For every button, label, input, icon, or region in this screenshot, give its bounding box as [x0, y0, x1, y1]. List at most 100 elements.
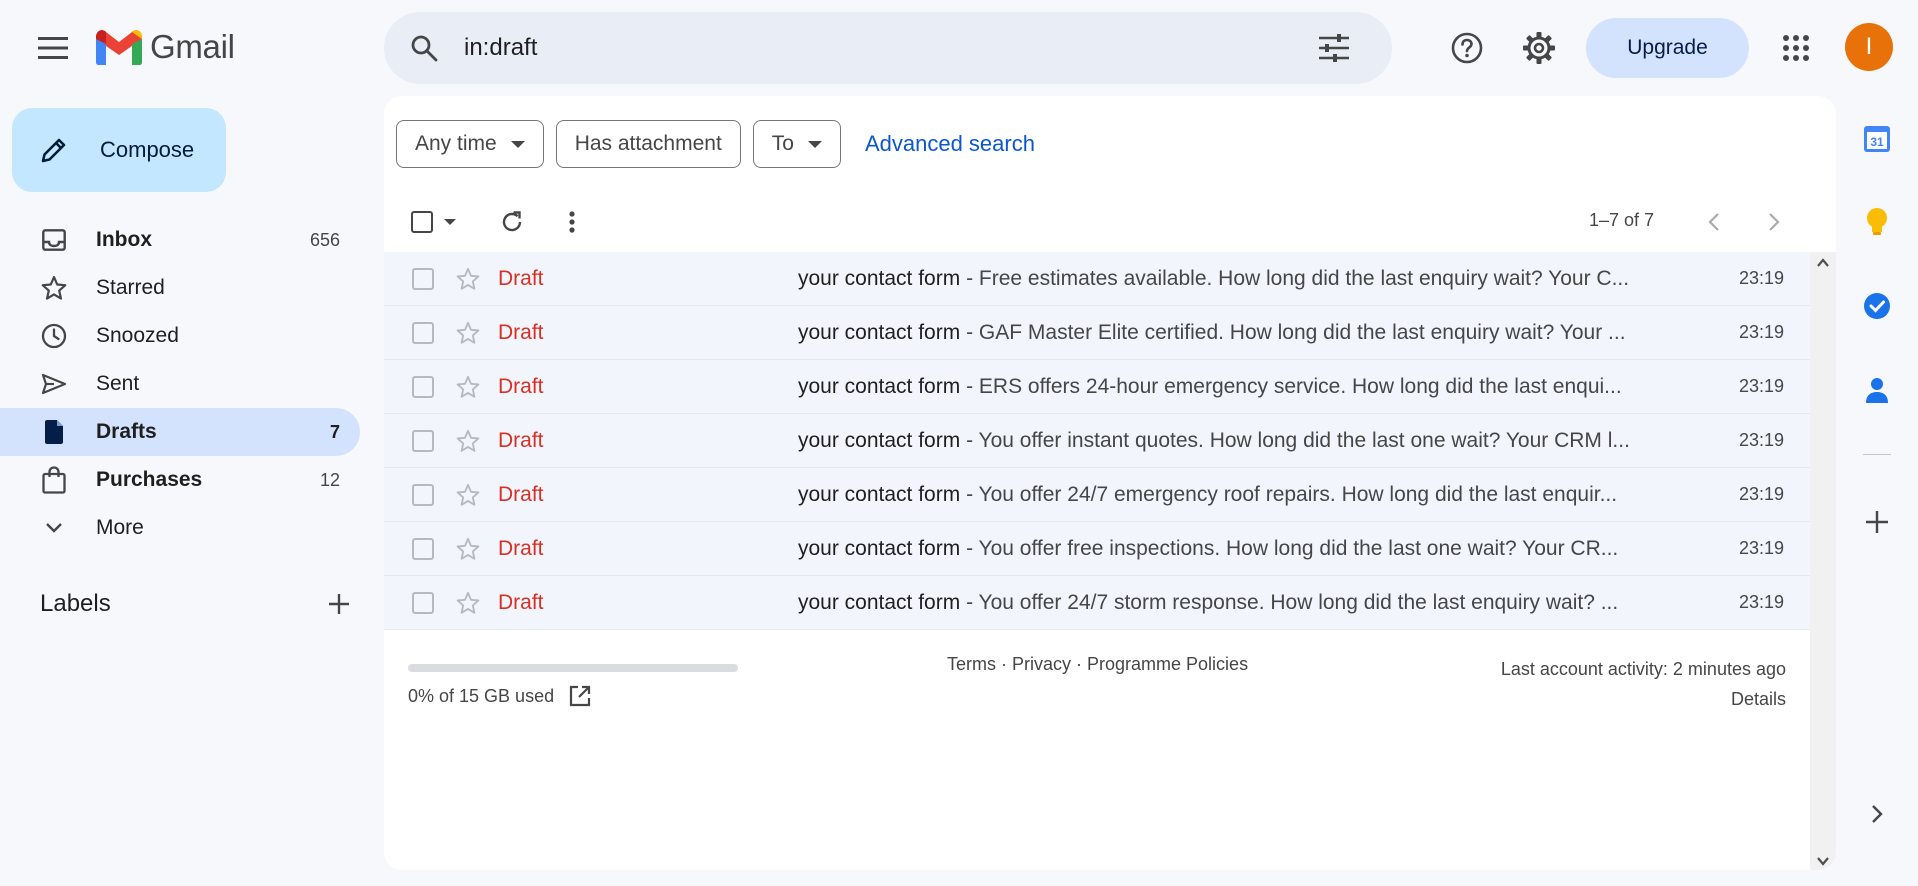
star-toggle[interactable] [454, 265, 482, 293]
sidebar-item-more[interactable]: More [0, 504, 360, 552]
older-page-button[interactable] [1750, 198, 1798, 246]
sidebar-item-starred[interactable]: Starred [0, 264, 360, 312]
star-toggle[interactable] [454, 589, 482, 617]
gmail-logo[interactable]: Gmail [96, 28, 235, 66]
search-options-button[interactable] [1310, 24, 1358, 72]
star-icon [456, 321, 480, 344]
labels-heading: Labels [40, 590, 111, 617]
shopping-bag-icon [42, 466, 66, 494]
star-toggle[interactable] [454, 535, 482, 563]
terms-link[interactable]: Terms [947, 654, 996, 674]
sidebar-item-label: Inbox [96, 228, 152, 251]
keep-app-button[interactable] [1853, 198, 1901, 246]
row-checkbox[interactable] [412, 538, 434, 560]
star-toggle[interactable] [454, 373, 482, 401]
refresh-button[interactable] [488, 198, 536, 246]
advanced-search-link[interactable]: Advanced search [865, 131, 1035, 157]
get-addons-button[interactable] [1853, 498, 1901, 546]
draft-icon [45, 420, 63, 444]
has-attachment-filter[interactable]: Has attachment [555, 120, 741, 168]
calendar-day: 31 [1870, 135, 1884, 149]
scroll-up-icon[interactable] [1817, 258, 1829, 268]
sidebar-item-snoozed[interactable]: Snoozed [0, 312, 360, 360]
sidebar-item-drafts[interactable]: Drafts 7 [0, 408, 360, 456]
help-icon [1451, 32, 1483, 64]
side-panel-divider [1863, 454, 1891, 455]
contacts-app-button[interactable] [1853, 366, 1901, 414]
sidebar-item-label: Snoozed [96, 324, 179, 347]
star-icon [456, 429, 480, 452]
settings-button[interactable] [1515, 24, 1563, 72]
details-link[interactable]: Details [1501, 684, 1786, 714]
scrollbar[interactable] [1810, 252, 1836, 870]
tasks-app-button[interactable] [1853, 282, 1901, 330]
table-row[interactable]: Draft your contact form - You offer insta… [384, 414, 1810, 468]
select-options-button[interactable] [438, 198, 462, 246]
star-toggle[interactable] [454, 481, 482, 509]
message-snippet: - Free estimates available. How long did… [960, 266, 1630, 290]
table-row[interactable]: Draft your contact form - You offer free … [384, 522, 1810, 576]
manage-storage-link[interactable] [568, 684, 592, 708]
open-in-new-icon [569, 685, 591, 707]
star-icon [41, 275, 67, 300]
star-toggle[interactable] [454, 319, 482, 347]
scroll-down-icon[interactable] [1817, 856, 1829, 866]
table-row[interactable]: Draft your contact form - Free estimates … [384, 252, 1810, 306]
account-activity: Last account activity: 2 minutes ago Det… [1501, 654, 1786, 714]
sidebar-item-sent[interactable]: Sent [0, 360, 360, 408]
sidebar-item-label: Drafts [96, 420, 157, 443]
pencil-icon [41, 138, 66, 163]
google-apps-button[interactable] [1772, 24, 1820, 72]
table-row[interactable]: Draft your contact form - GAF Master Elit… [384, 306, 1810, 360]
checkbox-icon [411, 211, 433, 233]
privacy-link[interactable]: Privacy [1012, 654, 1071, 674]
show-side-panel-button[interactable] [1853, 790, 1901, 838]
row-checkbox[interactable] [412, 376, 434, 398]
search-input[interactable] [464, 28, 1284, 68]
row-checkbox[interactable] [412, 430, 434, 452]
row-checkbox[interactable] [412, 268, 434, 290]
calendar-app-button[interactable]: 31 [1853, 114, 1901, 162]
message-subject: your contact form [798, 482, 961, 506]
table-row[interactable]: Draft your contact form - You offer 24/7 … [384, 576, 1810, 630]
newer-page-button[interactable] [1690, 198, 1738, 246]
any-time-filter[interactable]: Any time [396, 120, 544, 168]
message-subject: your contact form [798, 374, 961, 398]
chevron-right-icon [1769, 213, 1780, 231]
main-menu-button[interactable] [29, 24, 77, 72]
message-preview: your contact form - ERS offers 24-hour e… [798, 375, 1648, 399]
row-checkbox[interactable] [412, 484, 434, 506]
support-button[interactable] [1443, 24, 1491, 72]
gear-icon [1523, 32, 1555, 64]
row-checkbox[interactable] [412, 592, 434, 614]
message-subject: your contact form [798, 320, 961, 344]
compose-button[interactable]: Compose [12, 108, 226, 192]
unread-count: 656 [309, 229, 340, 250]
draft-label: Draft [498, 374, 544, 398]
table-row[interactable]: Draft your contact form - ERS offers 24-h… [384, 360, 1810, 414]
sidebar-item-purchases[interactable]: Purchases 12 [0, 456, 360, 504]
message-snippet: - You offer 24/7 storm response. How lon… [960, 590, 1619, 614]
message-subject: your contact form [798, 536, 961, 560]
star-icon [456, 375, 480, 398]
programme-policies-link[interactable]: Programme Policies [1087, 654, 1248, 674]
to-filter[interactable]: To [752, 120, 841, 168]
account-avatar[interactable]: I [1845, 23, 1893, 71]
add-label-icon[interactable] [328, 593, 350, 615]
compose-label: Compose [100, 137, 195, 162]
message-preview: your contact form - Free estimates avail… [798, 267, 1648, 291]
message-time: 23:19 [1738, 376, 1784, 396]
upgrade-button[interactable]: Upgrade [1586, 18, 1749, 78]
chevron-right-icon [1872, 805, 1883, 823]
table-row[interactable]: Draft your contact form - You offer 24/7 … [384, 468, 1810, 522]
footer-links: Terms · Privacy · Programme Policies [947, 654, 1248, 675]
more-actions-button[interactable] [548, 198, 596, 246]
row-checkbox[interactable] [412, 322, 434, 344]
star-toggle[interactable] [454, 427, 482, 455]
search-button[interactable] [404, 28, 444, 68]
add-icon [1866, 511, 1888, 533]
chevron-left-icon [1708, 213, 1719, 231]
search-bar [384, 12, 1656, 84]
sidebar-item-inbox[interactable]: Inbox 656 [0, 216, 360, 264]
message-snippet: - You offer 24/7 emergency roof repairs.… [960, 482, 1618, 506]
